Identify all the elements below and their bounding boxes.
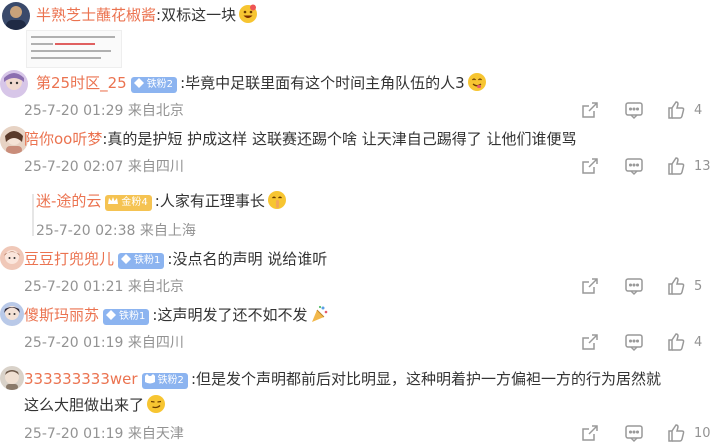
username-link[interactable]: 陪你oo听梦 — [24, 130, 102, 148]
comment-icon — [624, 276, 644, 296]
share-icon — [580, 156, 600, 176]
diamond-icon — [105, 309, 117, 321]
username-link[interactable]: 傻斯玛丽苏 — [24, 306, 99, 324]
thumbs-up-icon — [666, 100, 686, 120]
comment-line: 傻斯玛丽苏 铁粉1:这声明发了还不如不发 — [24, 304, 329, 326]
comment-line: 这么大胆做出来了 — [24, 394, 166, 416]
like-button[interactable]: 13 — [666, 155, 711, 177]
comment-button[interactable] — [624, 275, 644, 297]
comment-text: :毕竟中足联里面有这个时间主角队伍的人3 — [180, 74, 465, 92]
like-count: 4 — [694, 102, 703, 118]
comment-item: 333333333wer 铁粉2:但是发个声明都前后对比明显，这种明着护一方偏袒一… — [0, 364, 720, 444]
like-count: 10 — [694, 425, 711, 441]
share-icon — [580, 276, 600, 296]
thumbs-up-icon — [666, 423, 686, 443]
comment-actions: 4 — [580, 331, 720, 353]
comment-button[interactable] — [624, 331, 644, 353]
comment-text: 这么大胆做出来了 — [24, 396, 145, 414]
like-button[interactable]: 4 — [666, 331, 702, 353]
comment-item: 豆豆打兜兜儿 铁粉1:没点名的声明 说给谁听 25-7-20 01:21 来自北京… — [0, 244, 720, 296]
comment-actions: 10 — [580, 422, 720, 444]
fan-badge[interactable]: 铁粉2 — [130, 77, 178, 93]
comment-line: 333333333wer 铁粉2:但是发个声明都前后对比明显，这种明着护一方偏袒一… — [24, 368, 661, 390]
thumbs-up-icon — [666, 276, 686, 296]
avatar[interactable] — [0, 302, 24, 326]
repost-button[interactable] — [580, 331, 600, 353]
comment-text: :没点名的声明 说给谁听 — [167, 250, 328, 268]
confetti-popper-icon — [309, 304, 329, 324]
like-count: 5 — [694, 278, 703, 294]
avatar[interactable] — [0, 246, 24, 270]
comment-meta: 25-7-20 01:19 来自天津 — [24, 426, 184, 442]
comment-item: 傻斯玛丽苏 铁粉1:这声明发了还不如不发 25-7-20 01:19 来自四川 4 — [0, 300, 720, 356]
comment-line: 半熟芝士蘸花椒酱:双标这一块 — [36, 4, 258, 26]
diamond-icon — [120, 253, 132, 265]
comment-line: 陪你oo听梦:真的是护短 护成这样 这联赛还踢个啥 让天津自己踢得了 让他们谁便… — [24, 128, 577, 150]
crown-icon — [107, 195, 119, 207]
comment-line: 迷-途的云 金粉4:人家有正理事长 — [36, 190, 287, 212]
comment-text: :真的是护短 护成这样 这联赛还踢个啥 让天津自己踢得了 让他们谁便骂 — [102, 130, 577, 148]
comment-meta: 25-7-20 02:38 来自上海 — [36, 223, 196, 238]
share-icon — [580, 100, 600, 120]
comment-button[interactable] — [624, 99, 644, 121]
comment-meta: 25-7-20 01:21 来自北京 — [24, 279, 184, 295]
comment-item: 第25时区_25 铁粉2:毕竟中足联里面有这个时间主角队伍的人3 25-7-20 … — [0, 68, 720, 124]
comment-button[interactable] — [624, 422, 644, 444]
comment-icon — [624, 423, 644, 443]
comment-text: :但是发个声明都前后对比明显，这种明着护一方偏袒一方的行为居然就 — [190, 370, 661, 388]
like-button[interactable]: 10 — [666, 422, 711, 444]
diamond-icon — [133, 77, 145, 89]
thumbs-up-icon — [666, 156, 686, 176]
comment-icon — [624, 156, 644, 176]
comment-meta: 25-7-20 01:29 来自北京 — [24, 103, 184, 119]
like-count: 13 — [694, 158, 711, 174]
yum-face-icon — [467, 72, 487, 92]
comment-icon — [624, 332, 644, 352]
repost-button[interactable] — [580, 99, 600, 121]
share-icon — [580, 332, 600, 352]
comment-item: 陪你oo听梦:真的是护短 护成这样 这联赛还踢个啥 让天津自己踢得了 让他们谁便… — [0, 124, 720, 182]
smirk-face-icon — [146, 394, 166, 414]
comment-item: 半熟芝士蘸花椒酱:双标这一块 — [0, 0, 720, 72]
comment-meta: 25-7-20 02:07 来自四川 — [24, 159, 184, 175]
share-icon — [580, 423, 600, 443]
comment-actions: 13 — [580, 155, 720, 177]
comment-actions: 4 — [580, 99, 720, 121]
comment-line: 第25时区_25 铁粉2:毕竟中足联里面有这个时间主角队伍的人3 — [36, 72, 487, 94]
username-link[interactable]: 333333333wer — [24, 370, 138, 388]
comment-icon — [624, 100, 644, 120]
fan-badge[interactable]: 铁粉1 — [103, 309, 150, 325]
grinning-face-icon — [238, 4, 258, 24]
avatar[interactable] — [0, 70, 28, 98]
gold-fan-badge[interactable]: 金粉4 — [105, 195, 152, 211]
comment-text: :人家有正理事长 — [154, 192, 265, 210]
comment-meta: 25-7-20 01:19 来自四川 — [24, 335, 184, 351]
like-button[interactable]: 4 — [666, 99, 702, 121]
comment-actions: 5 — [580, 275, 720, 297]
comment-button[interactable] — [624, 155, 644, 177]
repost-button[interactable] — [580, 275, 600, 297]
thumbs-up-icon — [666, 332, 686, 352]
username-link[interactable]: 半熟芝士蘸花椒酱 — [36, 6, 156, 24]
username-link[interactable]: 第25时区_25 — [36, 74, 127, 92]
shush-face-icon — [267, 190, 287, 210]
cat-face-icon — [144, 373, 156, 385]
comment-line: 豆豆打兜兜儿 铁粉1:没点名的声明 说给谁听 — [24, 248, 327, 270]
comment-item: 迷-途的云 金粉4:人家有正理事长 25-7-20 02:38 来自上海 — [0, 188, 720, 238]
comment-text: :这声明发了还不如不发 — [152, 306, 308, 324]
avatar[interactable] — [2, 2, 30, 30]
username-link[interactable]: 豆豆打兜兜儿 — [24, 250, 114, 268]
fan-badge[interactable]: 铁粉1 — [118, 253, 165, 269]
fan-badge[interactable]: 铁粉2 — [141, 373, 188, 389]
like-count: 4 — [694, 334, 703, 350]
repost-button[interactable] — [580, 422, 600, 444]
repost-button[interactable] — [580, 155, 600, 177]
comment-image-thumbnail[interactable] — [26, 30, 122, 68]
username-link[interactable]: 迷-途的云 — [36, 192, 101, 210]
avatar[interactable] — [0, 366, 24, 390]
like-button[interactable]: 5 — [666, 275, 702, 297]
comment-text: :双标这一块 — [156, 6, 237, 24]
